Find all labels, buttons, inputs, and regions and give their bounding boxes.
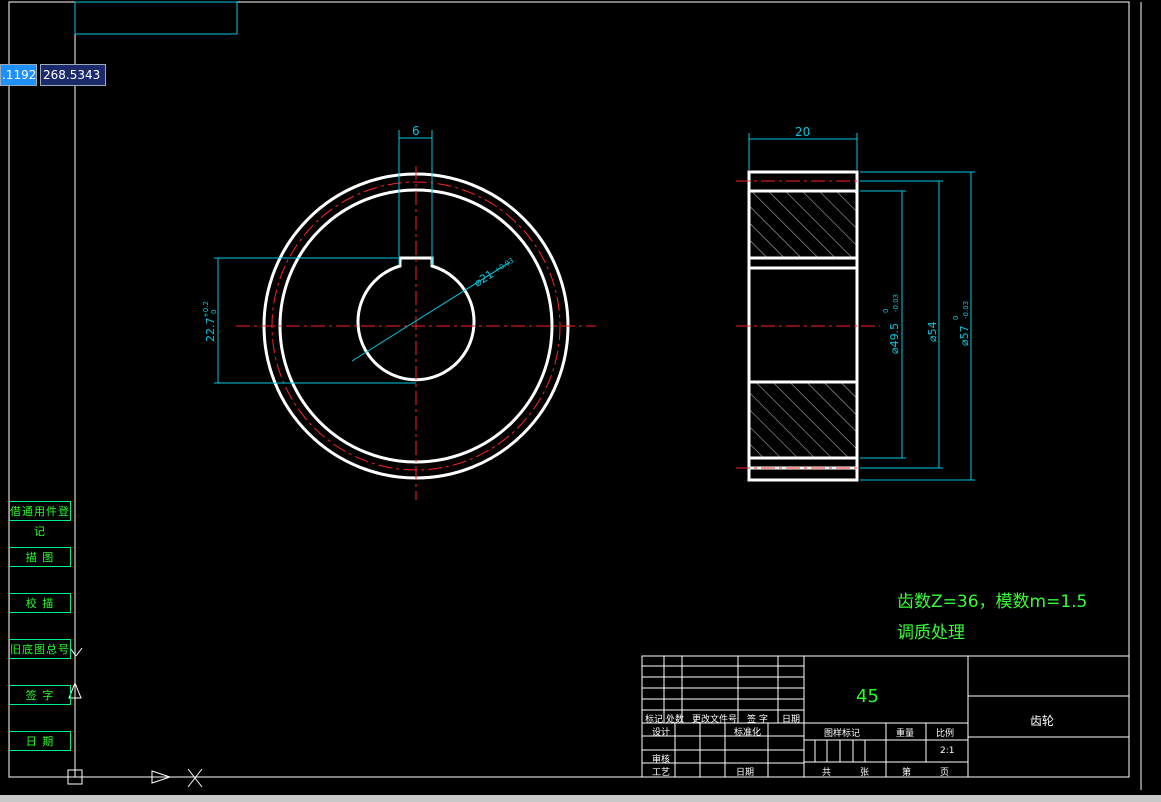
- cad-drawing: 6 ⌀21 +0.03 22.7 +0.2 0 20 ⌀49.5 0 -0.03…: [8, 1, 1142, 790]
- coordinate-y-input[interactable]: 268.5343: [40, 64, 106, 86]
- note-gear-spec: 齿数Z=36，模数m=1.5: [897, 592, 1088, 612]
- rev-header-date: 日期: [782, 715, 801, 725]
- coordinate-x-input[interactable]: .1192: [0, 64, 37, 86]
- dim-pitch-diameter: ⌀54: [926, 321, 939, 342]
- sheet-label: 张: [860, 768, 870, 778]
- dim-hole-tolerance: +0.03: [493, 257, 515, 275]
- design-label: 设计: [652, 728, 671, 738]
- scale-label: 比例: [936, 729, 955, 739]
- dim-tip-diameter: ⌀57: [958, 325, 971, 346]
- dim-keyway-width: 6: [412, 124, 420, 138]
- gear-front-view: [214, 130, 596, 500]
- status-strip: [0, 795, 1161, 802]
- weight-label: 重量: [896, 729, 915, 739]
- dim-tip-tol-zero: 0: [952, 316, 960, 320]
- dim-tip-tolerance: -0.03: [962, 301, 970, 319]
- material-label: 45: [856, 686, 879, 707]
- rev-header-count: 处数: [666, 715, 685, 725]
- part-name: 齿轮: [1030, 714, 1055, 728]
- ucs-icon: [67, 647, 203, 788]
- page-label: 第: [902, 768, 912, 778]
- rev-header-mark: 标记: [645, 715, 664, 725]
- dim-root-tol-zero: 0: [882, 309, 890, 313]
- side-label-date: 日 期: [9, 731, 71, 751]
- total-label: 共: [822, 768, 832, 778]
- standardization-label: 标准化: [734, 728, 762, 738]
- gear-side-section: [736, 133, 975, 482]
- dim-key-depth-tol-up: +0.2: [202, 301, 210, 318]
- side-label-proofing: 校 描: [9, 593, 71, 613]
- note-heat-treatment: 调质处理: [897, 623, 965, 643]
- dim-face-width: 20: [795, 125, 810, 139]
- top-left-box: [74, 1, 238, 35]
- scale-value: 2:1: [940, 746, 955, 756]
- page-suffix-label: 页: [940, 768, 950, 778]
- side-label-old-drawing-no: 旧底图总号: [9, 639, 71, 659]
- dim-key-depth: 22.7: [204, 318, 217, 343]
- side-label-signature: 签 字: [9, 685, 71, 705]
- date-label: 日期: [736, 768, 755, 778]
- rev-header-sign: 签 字: [747, 715, 768, 725]
- dim-root-diameter: ⌀49.5: [888, 323, 901, 354]
- drawing-canvas[interactable]: 6 ⌀21 +0.03 22.7 +0.2 0 20 ⌀49.5 0 -0.03…: [0, 0, 1161, 802]
- rev-header-doc: 更改文件号: [692, 715, 738, 725]
- sheet-outer-border: [8, 1, 1130, 778]
- dim-root-tolerance: -0.03: [892, 294, 900, 312]
- stage-mark-label: 图样标记: [824, 729, 861, 739]
- dim-hole-diameter: ⌀21: [472, 268, 496, 290]
- side-label-borrowed: 借通用件登记: [9, 501, 71, 538]
- dim-key-depth-tol-low: 0: [210, 310, 218, 314]
- process-label: 工艺: [652, 768, 671, 778]
- check-label: 审核: [652, 755, 671, 765]
- side-label-tracing: 描 图: [9, 547, 71, 567]
